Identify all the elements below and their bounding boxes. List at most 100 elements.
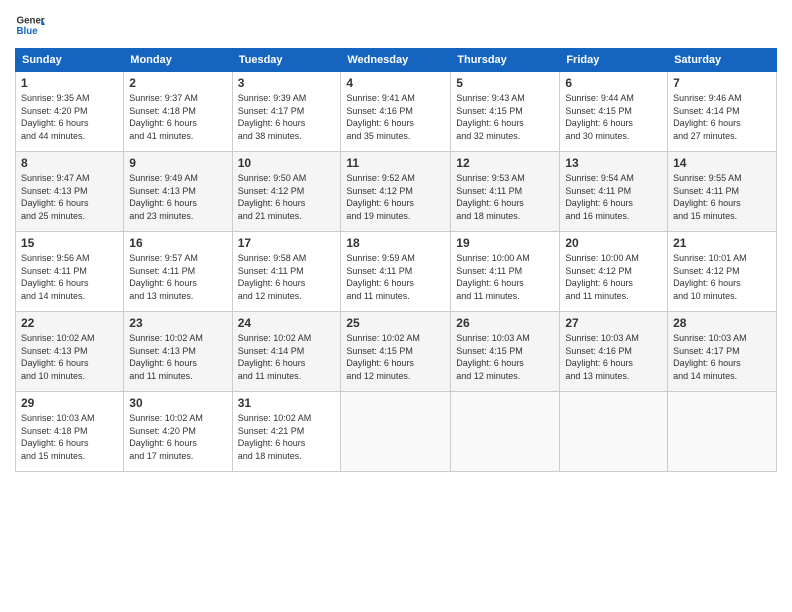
day-number: 21 xyxy=(673,236,771,250)
day-cell: 24 Sunrise: 10:02 AM Sunset: 4:14 PM Dayl… xyxy=(232,312,341,392)
day-number: 4 xyxy=(346,76,445,90)
day-number: 10 xyxy=(238,156,336,170)
day-info: Sunrise: 9:53 AM Sunset: 4:11 PM Dayligh… xyxy=(456,172,554,222)
day-info: Sunrise: 9:55 AM Sunset: 4:11 PM Dayligh… xyxy=(673,172,771,222)
day-number: 1 xyxy=(21,76,118,90)
day-info: Sunrise: 9:59 AM Sunset: 4:11 PM Dayligh… xyxy=(346,252,445,302)
day-info: Sunrise: 9:43 AM Sunset: 4:15 PM Dayligh… xyxy=(456,92,554,142)
day-info: Sunrise: 10:02 AM Sunset: 4:14 PM Daylig… xyxy=(238,332,336,382)
col-header-monday: Monday xyxy=(124,49,232,72)
day-cell: 3Sunrise: 9:39 AM Sunset: 4:17 PM Daylig… xyxy=(232,72,341,152)
week-row-3: 15 Sunrise: 9:56 AM Sunset: 4:11 PM Dayli… xyxy=(16,232,777,312)
day-number: 17 xyxy=(238,236,336,250)
day-number: 20 xyxy=(565,236,662,250)
day-number: 8 xyxy=(21,156,118,170)
day-cell: 15 Sunrise: 9:56 AM Sunset: 4:11 PM Dayli… xyxy=(16,232,124,312)
day-number: 16 xyxy=(129,236,226,250)
col-header-wednesday: Wednesday xyxy=(341,49,451,72)
calendar-table: SundayMondayTuesdayWednesdayThursdayFrid… xyxy=(15,48,777,472)
day-cell: 31 Sunrise: 10:02 AM Sunset: 4:21 PM Dayl… xyxy=(232,392,341,472)
day-info: Sunrise: 9:54 AM Sunset: 4:11 PM Dayligh… xyxy=(565,172,662,222)
day-number: 31 xyxy=(238,396,336,410)
day-cell: 18Sunrise: 9:59 AM Sunset: 4:11 PM Dayli… xyxy=(341,232,451,312)
day-cell: 13Sunrise: 9:54 AM Sunset: 4:11 PM Dayli… xyxy=(560,152,668,232)
day-info: Sunrise: 9:56 AM Sunset: 4:11 PM Dayligh… xyxy=(21,252,118,302)
day-number: 26 xyxy=(456,316,554,330)
page: General Blue SundayMondayTuesdayWednesda… xyxy=(0,0,792,612)
day-cell xyxy=(560,392,668,472)
day-info: Sunrise: 10:02 AM Sunset: 4:13 PM Daylig… xyxy=(21,332,118,382)
day-number: 6 xyxy=(565,76,662,90)
day-info: Sunrise: 9:47 AM Sunset: 4:13 PM Dayligh… xyxy=(21,172,118,222)
week-row-1: 1 Sunrise: 9:35 AM Sunset: 4:20 PM Daylig… xyxy=(16,72,777,152)
day-cell: 9Sunrise: 9:49 AM Sunset: 4:13 PM Daylig… xyxy=(124,152,232,232)
day-cell xyxy=(668,392,777,472)
day-number: 23 xyxy=(129,316,226,330)
day-cell: 8 Sunrise: 9:47 AM Sunset: 4:13 PM Daylig… xyxy=(16,152,124,232)
day-cell: 1 Sunrise: 9:35 AM Sunset: 4:20 PM Daylig… xyxy=(16,72,124,152)
day-info: Sunrise: 10:00 AM Sunset: 4:12 PM Daylig… xyxy=(565,252,662,302)
day-cell: 17 Sunrise: 9:58 AM Sunset: 4:11 PM Dayli… xyxy=(232,232,341,312)
day-cell: 27Sunrise: 10:03 AM Sunset: 4:16 PM Dayl… xyxy=(560,312,668,392)
day-number: 19 xyxy=(456,236,554,250)
day-number: 29 xyxy=(21,396,118,410)
day-info: Sunrise: 10:03 AM Sunset: 4:17 PM Daylig… xyxy=(673,332,771,382)
day-cell: 28 Sunrise: 10:03 AM Sunset: 4:17 PM Dayl… xyxy=(668,312,777,392)
day-cell: 23 Sunrise: 10:02 AM Sunset: 4:13 PM Dayl… xyxy=(124,312,232,392)
day-info: Sunrise: 10:03 AM Sunset: 4:18 PM Daylig… xyxy=(21,412,118,462)
header: General Blue xyxy=(15,10,777,40)
logo-icon: General Blue xyxy=(15,10,45,40)
day-number: 28 xyxy=(673,316,771,330)
day-number: 22 xyxy=(21,316,118,330)
logo: General Blue xyxy=(15,10,45,40)
col-header-tuesday: Tuesday xyxy=(232,49,341,72)
day-cell: 12Sunrise: 9:53 AM Sunset: 4:11 PM Dayli… xyxy=(451,152,560,232)
day-info: Sunrise: 10:00 AM Sunset: 4:11 PM Daylig… xyxy=(456,252,554,302)
day-info: Sunrise: 10:02 AM Sunset: 4:21 PM Daylig… xyxy=(238,412,336,462)
day-cell: 7 Sunrise: 9:46 AM Sunset: 4:14 PM Daylig… xyxy=(668,72,777,152)
day-info: Sunrise: 10:03 AM Sunset: 4:16 PM Daylig… xyxy=(565,332,662,382)
day-info: Sunrise: 10:02 AM Sunset: 4:13 PM Daylig… xyxy=(129,332,226,382)
day-number: 24 xyxy=(238,316,336,330)
day-info: Sunrise: 10:02 AM Sunset: 4:20 PM Daylig… xyxy=(129,412,226,462)
day-info: Sunrise: 9:58 AM Sunset: 4:11 PM Dayligh… xyxy=(238,252,336,302)
day-number: 14 xyxy=(673,156,771,170)
col-header-friday: Friday xyxy=(560,49,668,72)
day-number: 2 xyxy=(129,76,226,90)
day-cell: 16 Sunrise: 9:57 AM Sunset: 4:11 PM Dayli… xyxy=(124,232,232,312)
day-cell: 29 Sunrise: 10:03 AM Sunset: 4:18 PM Dayl… xyxy=(16,392,124,472)
day-cell: 14 Sunrise: 9:55 AM Sunset: 4:11 PM Dayli… xyxy=(668,152,777,232)
day-info: Sunrise: 9:57 AM Sunset: 4:11 PM Dayligh… xyxy=(129,252,226,302)
day-info: Sunrise: 9:46 AM Sunset: 4:14 PM Dayligh… xyxy=(673,92,771,142)
day-number: 15 xyxy=(21,236,118,250)
header-row: SundayMondayTuesdayWednesdayThursdayFrid… xyxy=(16,49,777,72)
day-number: 11 xyxy=(346,156,445,170)
day-cell: 30 Sunrise: 10:02 AM Sunset: 4:20 PM Dayl… xyxy=(124,392,232,472)
day-cell: 20 Sunrise: 10:00 AM Sunset: 4:12 PM Dayl… xyxy=(560,232,668,312)
day-cell: 22 Sunrise: 10:02 AM Sunset: 4:13 PM Dayl… xyxy=(16,312,124,392)
day-info: Sunrise: 9:41 AM Sunset: 4:16 PM Dayligh… xyxy=(346,92,445,142)
day-cell: 25Sunrise: 10:02 AM Sunset: 4:15 PM Dayl… xyxy=(341,312,451,392)
day-cell xyxy=(451,392,560,472)
week-row-5: 29 Sunrise: 10:03 AM Sunset: 4:18 PM Dayl… xyxy=(16,392,777,472)
col-header-sunday: Sunday xyxy=(16,49,124,72)
day-cell xyxy=(341,392,451,472)
week-row-2: 8 Sunrise: 9:47 AM Sunset: 4:13 PM Daylig… xyxy=(16,152,777,232)
day-number: 9 xyxy=(129,156,226,170)
day-info: Sunrise: 9:44 AM Sunset: 4:15 PM Dayligh… xyxy=(565,92,662,142)
day-info: Sunrise: 9:37 AM Sunset: 4:18 PM Dayligh… xyxy=(129,92,226,142)
day-info: Sunrise: 10:03 AM Sunset: 4:15 PM Daylig… xyxy=(456,332,554,382)
day-number: 3 xyxy=(238,76,336,90)
day-cell: 6 Sunrise: 9:44 AM Sunset: 4:15 PM Daylig… xyxy=(560,72,668,152)
col-header-thursday: Thursday xyxy=(451,49,560,72)
day-info: Sunrise: 9:52 AM Sunset: 4:12 PM Dayligh… xyxy=(346,172,445,222)
day-number: 7 xyxy=(673,76,771,90)
day-info: Sunrise: 10:02 AM Sunset: 4:15 PM Daylig… xyxy=(346,332,445,382)
svg-text:General: General xyxy=(17,16,46,27)
day-info: Sunrise: 9:50 AM Sunset: 4:12 PM Dayligh… xyxy=(238,172,336,222)
day-number: 30 xyxy=(129,396,226,410)
day-info: Sunrise: 9:35 AM Sunset: 4:20 PM Dayligh… xyxy=(21,92,118,142)
col-header-saturday: Saturday xyxy=(668,49,777,72)
svg-text:Blue: Blue xyxy=(17,26,39,37)
day-number: 5 xyxy=(456,76,554,90)
